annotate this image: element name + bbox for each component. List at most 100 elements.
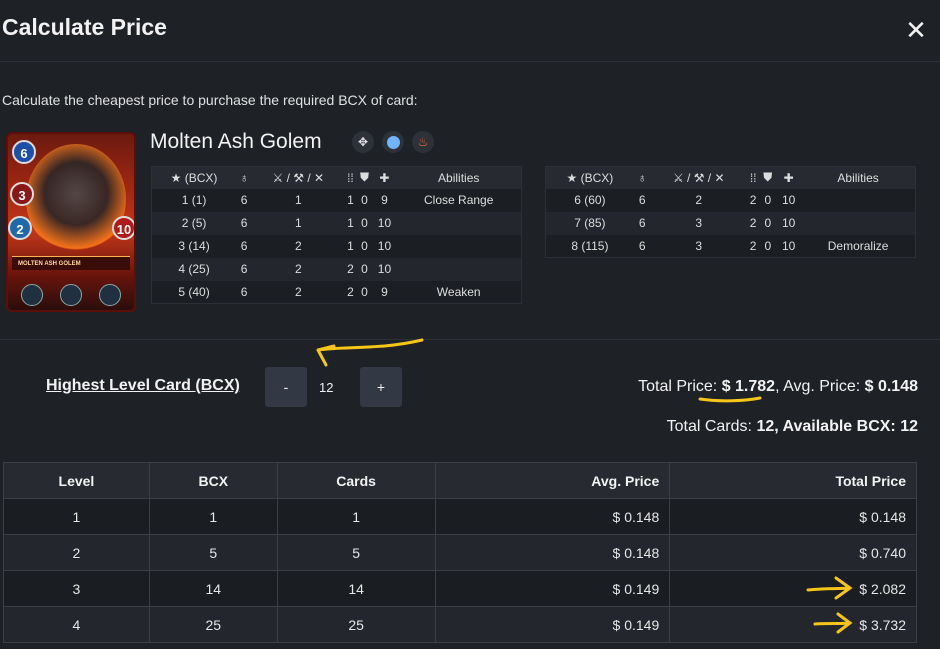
water-dot-icon [382,131,404,153]
mana-header-icon: ♁ [236,166,253,189]
stats-cell-speed: 1 [347,193,354,207]
stats-cell-ability: Close Range [424,193,494,207]
melee-stat: 3 [10,182,34,206]
stats-row: 3 (14) 6 2 1 0 10 [152,235,522,258]
stats-row: 4 (25) 6 2 2 0 10 [151,257,522,281]
stats-cell-speed: 1 [344,211,357,235]
cell-total: $ 0.740 [669,534,917,571]
table-row: 3 14 14 $ 0.149 $ 2.082 [3,570,917,607]
ability-icon [99,284,122,306]
stats-row: 7 (85) 6 3 2 0 10 [545,211,916,235]
increment-button[interactable]: + [360,367,402,407]
decrement-button[interactable]: - [265,367,307,407]
speed-header-icon: ⁞⁞ [344,166,357,189]
attack-header-icon: ⚔ / ⚒ / ✕ [650,166,747,189]
cell-total: $ 0.148 [669,498,917,535]
stats-cell-level: 7 (85) [545,211,634,235]
abilities-header: Abilities [396,166,522,189]
stats-cell-mana: 6 [638,238,646,253]
card-type-icons: ✥ ♨ [352,131,434,153]
table-row: 4 25 25 $ 0.149 $ 3.732 [3,606,917,643]
stats-cell-attack: 3 [650,211,747,235]
stats-cell-health: 10 [372,211,397,235]
cell-cards: 1 [276,498,436,535]
cell-total: $ 2.082 [669,570,917,607]
stats-row: 5 (40) 6 2 2 0 9 Weaken [152,281,522,304]
stats-cell-mana: 6 [240,239,248,253]
stats-cell-mana: 6 [236,257,253,281]
annotation-arrow-to-input [316,338,424,367]
cell-bcx[interactable]: 25 [148,606,278,643]
stats-cell-health: 9 [381,193,388,207]
stats-cell-level: 6 (60) [574,193,606,207]
stats-cell-attack: 2 [294,284,302,299]
cell-level: 2 [3,534,150,571]
health-stat: 10 [112,216,134,240]
stats-cell-speed: 2 [749,238,757,253]
highest-level-label: Highest Level Card (BCX) [46,377,240,394]
cell-bcx[interactable]: 14 [148,570,278,607]
stats-cell-armor: 0 [356,257,373,281]
health-header-icon: ✚ [776,166,802,189]
stats-cell-ability [396,235,521,258]
health-header-icon: ✚ [372,166,397,189]
cell-avg: $ 0.149 [434,606,671,643]
stats-cell-level: 5 (40) [178,284,210,299]
stats-row: 2 (5) 6 1 1 0 10 [151,211,522,235]
cell-bcx[interactable]: 5 [148,534,278,571]
stats-cell-level: 8 (115) [571,238,609,253]
stats-cell-ability [801,211,916,235]
stats-cell-level: 2 (5) [151,211,237,235]
stats-cell-speed: 2 [344,257,357,281]
cell-cards: 5 [276,534,436,571]
stats-cell-health: 10 [372,257,397,281]
bcx-input[interactable] [309,367,357,407]
cell-level: 1 [3,498,150,535]
stats-cell-ability [396,257,522,281]
annotation-underline-total [698,396,762,403]
level-column-header: Level [3,462,150,499]
table-row: 1 1 1 $ 0.148 $ 0.148 [3,498,917,535]
stats-table-right: ★ (BCX) ♁ ⚔ / ⚒ / ✕ ⁞⁞ ⛊ ✚ Abilities 6 (… [545,166,916,258]
total-cards-summary: Total Cards: 12, Available BCX: 12 [666,418,918,435]
stats-cell-armor: 0 [356,211,373,235]
stats-cell-ability [801,189,915,212]
cell-avg: $ 0.148 [434,534,671,571]
mana-stat: 6 [12,140,36,164]
stats-cell-armor: 0 [759,211,777,235]
stats-cell-speed: 2 [746,211,760,235]
cards-column-header: Cards [276,462,436,499]
diamond-arrows-icon: ✥ [352,131,374,153]
stats-cell-armor: 0 [764,193,772,207]
ability-icon [59,284,82,306]
cell-cards: 25 [276,606,436,643]
cell-avg: $ 0.149 [434,570,671,607]
stats-cell-attack: 2 [294,239,302,253]
stats-cell-attack: 1 [252,211,345,235]
card-ability-icons [12,284,130,308]
stats-cell-level: 4 (25) [151,257,237,281]
stats-cell-attack: 2 [695,193,703,207]
stats-table-left: ★ (BCX) ♁ ⚔ / ⚒ / ✕ ⁞⁞ ⛊ ✚ Abilities 1 (… [151,166,522,304]
attack-header-icon: ⚔ / ⚒ / ✕ [252,166,345,189]
close-icon[interactable]: ✕ [902,16,930,44]
divider [0,339,940,340]
bcx-header: ★ (BCX) [151,166,237,189]
stats-cell-health: 10 [377,239,392,253]
card-name: Molten Ash Golem [150,130,322,153]
cell-level: 4 [3,606,150,643]
stats-cell-speed: 1 [347,239,354,253]
cell-avg: $ 0.148 [434,498,671,535]
mana-header-icon: ♁ [633,166,651,189]
stats-cell-mana: 6 [236,211,253,235]
speed-stat: 2 [8,216,32,240]
card-nameplate: MOLTEN ASH GOLEM [12,256,130,270]
stats-cell-level: 3 (14) [178,239,210,253]
fire-icon: ♨ [412,131,434,153]
cell-bcx[interactable]: 1 [148,498,278,535]
total-price-summary: Total Price: $ 1.782, Avg. Price: $ 0.14… [638,378,918,395]
stats-cell-ability: Weaken [436,284,481,299]
total-price-column-header: Total Price [669,462,917,499]
armor-header-icon: ⛊ [759,166,777,189]
stats-cell-attack: 2 [252,257,345,281]
